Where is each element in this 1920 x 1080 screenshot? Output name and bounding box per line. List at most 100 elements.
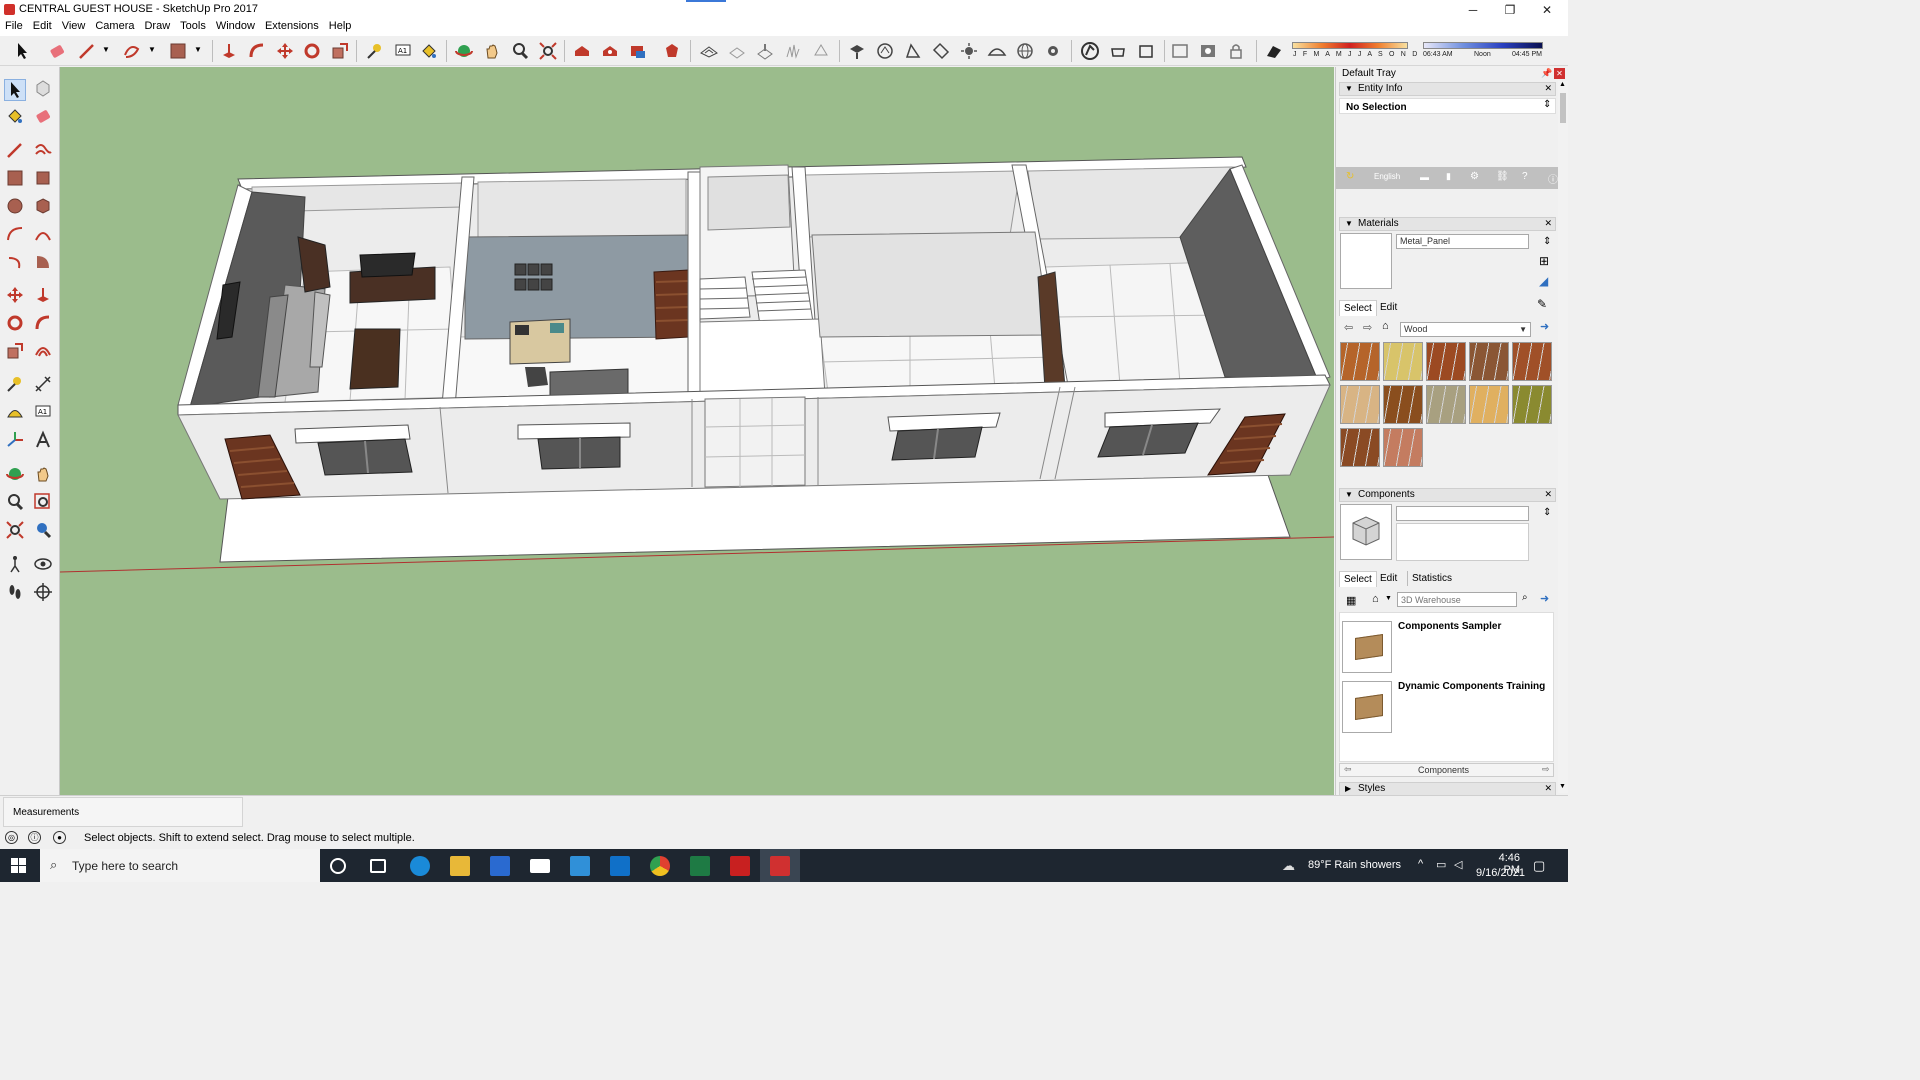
section-display-icon[interactable] — [1198, 41, 1218, 61]
paint-bucket-icon[interactable] — [5, 106, 25, 126]
previous-view-icon[interactable] — [33, 520, 53, 540]
arc-dropdown-icon[interactable]: ▼ — [148, 45, 156, 54]
material-swatch[interactable] — [1512, 342, 1552, 381]
polygon-tool-icon[interactable] — [33, 196, 53, 216]
minimize-button[interactable]: ─ — [1455, 0, 1491, 19]
dynamic-components-label[interactable]: Dynamic Components Training — [1398, 681, 1545, 692]
bottle-icon[interactable]: ▮ — [1446, 171, 1451, 182]
material-swatch[interactable] — [1469, 385, 1509, 424]
position-camera-icon[interactable] — [5, 554, 25, 574]
pie-tool-icon[interactable] — [33, 252, 53, 272]
warehouse-icon[interactable] — [572, 41, 592, 61]
pin-icon[interactable]: 📌 — [1541, 68, 1552, 79]
orbit-icon[interactable] — [454, 41, 474, 61]
shadow-sun-icon[interactable] — [959, 41, 979, 61]
material-swatch[interactable] — [1512, 385, 1552, 424]
panel-close-icon[interactable]: ✕ — [1544, 217, 1552, 229]
components-sampler-label[interactable]: Components Sampler — [1398, 621, 1501, 632]
teapot-icon[interactable] — [1108, 41, 1128, 61]
edge-browser-icon[interactable] — [410, 856, 430, 876]
components-header[interactable]: ▼ Components ✕ — [1339, 488, 1556, 502]
line-tool-icon[interactable] — [77, 41, 97, 61]
entity-detail-toggle-icon[interactable]: ⇕ — [1543, 99, 1551, 110]
store-icon[interactable] — [490, 856, 510, 876]
material-name-field[interactable]: Metal_Panel — [1396, 234, 1529, 249]
scroll-up-icon[interactable]: ▲ — [1559, 81, 1566, 88]
component-name-field[interactable] — [1396, 506, 1529, 521]
make-component-icon[interactable] — [33, 78, 53, 98]
sample-paint-icon[interactable]: ✎ — [1537, 297, 1547, 311]
zoom-icon[interactable] — [5, 492, 25, 512]
tag-icon[interactable] — [931, 41, 951, 61]
notifications-icon[interactable]: ▢ — [1533, 858, 1545, 874]
menu-tools[interactable]: Tools — [175, 19, 211, 36]
tray-close-icon[interactable]: ✕ — [1554, 68, 1565, 79]
tray-overflow-icon[interactable]: ^ — [1418, 858, 1423, 870]
select-tool-icon[interactable] — [12, 41, 32, 61]
component-detail-toggle-icon[interactable]: ⇕ — [1543, 507, 1551, 518]
materials-tab-edit[interactable]: Edit — [1376, 300, 1401, 315]
stamp-icon[interactable] — [783, 41, 803, 61]
move-tool-icon[interactable] — [5, 285, 25, 305]
info-icon[interactable]: ⓘ — [1548, 171, 1558, 186]
teams-app-icon[interactable] — [570, 856, 590, 876]
material-swatch[interactable] — [1340, 428, 1380, 467]
zoom-icon[interactable] — [510, 41, 530, 61]
warehouse-search-input[interactable] — [1397, 592, 1517, 607]
geo-location-icon[interactable]: ◎ — [5, 831, 18, 844]
search-icon[interactable]: ⌕ — [1522, 592, 1528, 603]
add-location-icon[interactable] — [847, 41, 867, 61]
components-tab-statistics[interactable]: Statistics — [1407, 571, 1456, 586]
details-arrow-icon[interactable]: ➜ — [1540, 320, 1549, 333]
zoom-window-icon[interactable] — [33, 492, 53, 512]
weather-cloud-icon[interactable]: ☁ — [1282, 858, 1295, 874]
material-detail-toggle-icon[interactable]: ⇕ — [1543, 236, 1551, 247]
tape-measure-icon[interactable] — [5, 374, 25, 394]
line-tool-icon[interactable] — [5, 140, 25, 160]
user-account-icon[interactable]: ● — [53, 831, 66, 844]
weather-text[interactable]: 89°F Rain showers — [1308, 859, 1401, 871]
components-tab-edit[interactable]: Edit — [1376, 571, 1401, 586]
freehand-tool-icon[interactable] — [33, 140, 53, 160]
pan-hand-icon[interactable] — [33, 464, 53, 484]
push-pull-icon[interactable] — [33, 285, 53, 305]
component-description-field[interactable] — [1396, 523, 1529, 561]
help-icon[interactable]: ? — [1522, 171, 1528, 182]
section-plane-tool-icon[interactable] — [33, 582, 53, 602]
style-edge-icon[interactable] — [1080, 41, 1100, 61]
measurements-box[interactable]: Measurements — [3, 797, 243, 827]
taskbar-search-box[interactable]: ⌕ Type here to search — [40, 849, 320, 882]
drape-icon[interactable] — [811, 41, 831, 61]
styles-header[interactable]: ▶ Styles ✕ — [1339, 782, 1556, 795]
line-dropdown-icon[interactable]: ▼ — [102, 45, 110, 54]
menu-draw[interactable]: Draw — [139, 19, 175, 36]
scroll-down-icon[interactable]: ▼ — [1559, 783, 1566, 790]
eraser-tool-icon[interactable] — [47, 41, 67, 61]
credits-icon[interactable]: ⓘ — [28, 831, 41, 844]
shadow-time-slider[interactable] — [1423, 42, 1543, 49]
material-swatch[interactable] — [1426, 385, 1466, 424]
material-swatch[interactable] — [1383, 342, 1423, 381]
hand-render-icon[interactable] — [1136, 41, 1156, 61]
menu-window[interactable]: Window — [211, 19, 260, 36]
extension-warehouse-icon[interactable] — [662, 41, 682, 61]
scroll-thumb[interactable] — [1560, 93, 1566, 123]
components-tab-select[interactable]: Select — [1339, 571, 1377, 587]
home-icon[interactable]: ⌂ — [1372, 593, 1379, 605]
look-around-eye-icon[interactable] — [33, 554, 53, 574]
material-swatch[interactable] — [1340, 385, 1380, 424]
volume-icon[interactable]: ◁ — [1454, 858, 1462, 871]
material-swatch[interactable] — [1383, 385, 1423, 424]
components-sampler-thumb[interactable] — [1342, 621, 1392, 673]
material-swatch[interactable] — [1383, 428, 1423, 467]
menu-extensions[interactable]: Extensions — [260, 19, 324, 36]
pan-hand-icon[interactable] — [482, 41, 502, 61]
protractor-icon[interactable] — [5, 402, 25, 422]
fog-icon[interactable] — [987, 41, 1007, 61]
default-material-icon[interactable]: ◢ — [1539, 274, 1548, 288]
file-explorer-icon[interactable] — [450, 856, 470, 876]
shadows-toggle-icon[interactable] — [1264, 41, 1284, 61]
tray-scrollbar[interactable]: ▲ ▼ — [1558, 81, 1568, 793]
menu-camera[interactable]: Camera — [90, 19, 139, 36]
3d-text-icon[interactable] — [33, 430, 53, 450]
